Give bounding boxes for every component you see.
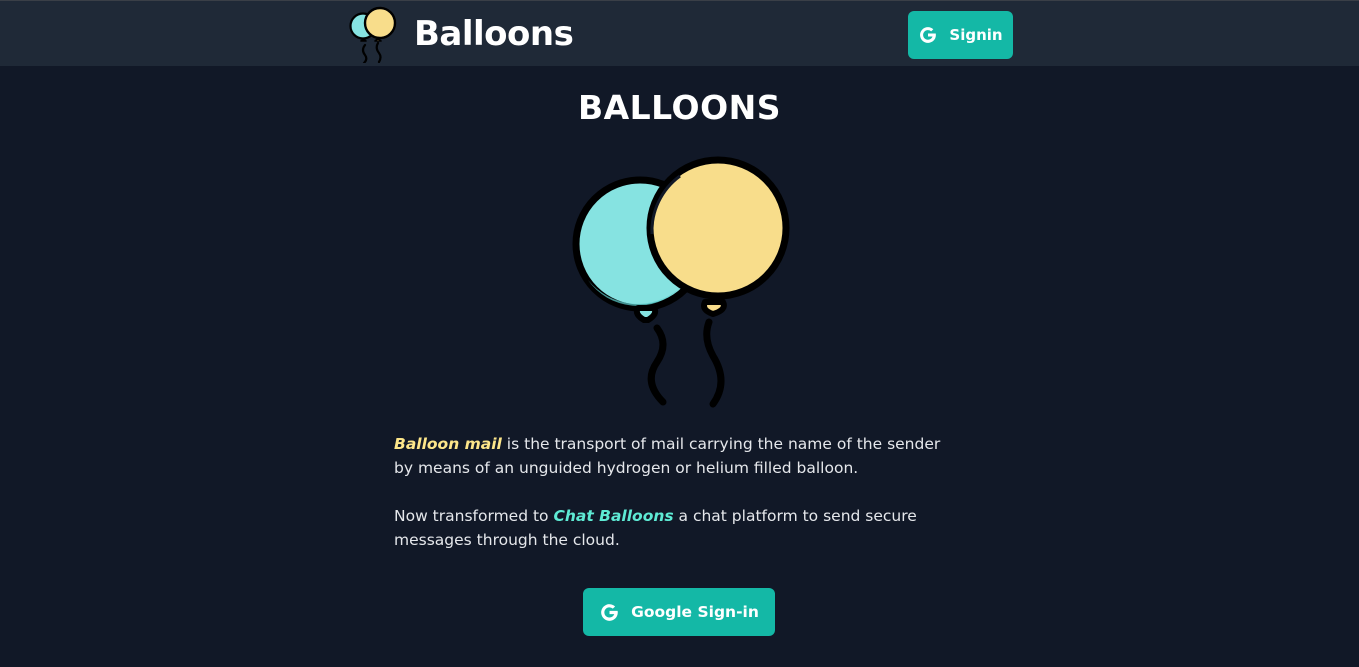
google-signin-button[interactable]: Google Sign-in [583,588,775,636]
intro-paragraph: Balloon mail is the transport of mail ca… [394,432,964,480]
google-g-icon [920,27,937,43]
chat-balloons-paragraph: Now transformed to Chat Balloons a chat … [394,504,964,552]
chat-prefix: Now transformed to [394,507,554,525]
brand[interactable]: Balloons [348,5,574,63]
balloons-logo-icon [349,6,397,63]
navbar: Balloons Signin [0,1,1359,66]
signin-button[interactable]: Signin [908,11,1013,59]
balloon-mail-highlight: Balloon mail [394,435,502,453]
balloons-illustration [572,156,790,408]
signin-label: Signin [949,26,1003,44]
chat-balloons-highlight: Chat Balloons [553,507,674,525]
brand-name: Balloons [414,14,574,54]
page-title: BALLOONS [577,88,782,127]
google-g-icon [601,603,618,621]
google-signin-label: Google Sign-in [631,603,759,621]
